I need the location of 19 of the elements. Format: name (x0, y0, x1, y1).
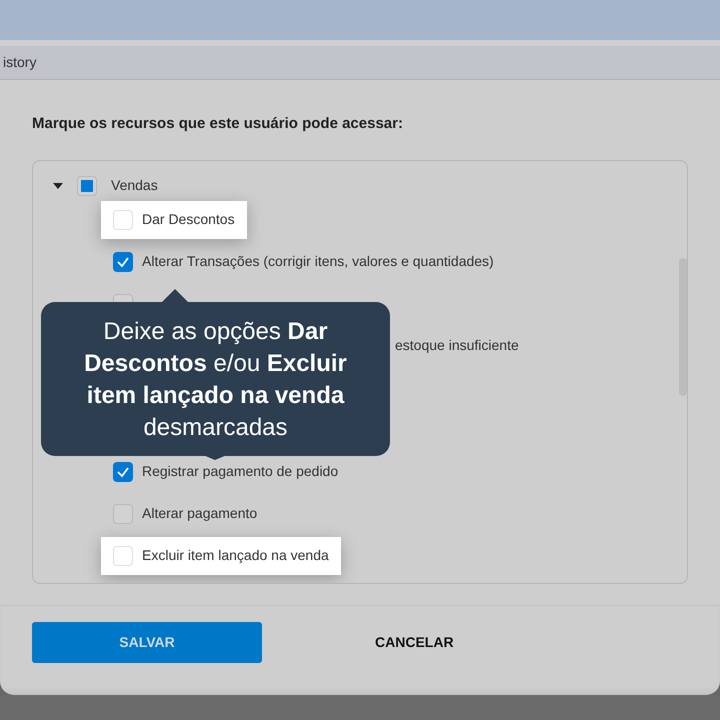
checkbox-label: Registrar pagamento de pedido (142, 463, 338, 480)
checkbox[interactable] (113, 252, 133, 272)
checkbox[interactable] (77, 176, 97, 196)
checkbox-label: estoque insuficiente (395, 337, 519, 354)
scrollbar-thumb[interactable] (679, 258, 687, 396)
checkbox[interactable] (113, 504, 133, 524)
check-icon (116, 254, 130, 268)
checkbox-label: Alterar Transações (corrigir itens, valores e quantidades) (142, 253, 494, 270)
cancel-button[interactable]: CANCELAR (369, 631, 460, 654)
checkbox-label: Excluir item lançado na venda (142, 547, 329, 564)
checkbox[interactable] (113, 462, 133, 482)
checkbox-label: Dar Descontos (142, 211, 235, 228)
tooltip: Deixe as opções Dar Descontos e/ou Excluir item lançado na venda desmarcadas (41, 302, 390, 456)
caret-icon[interactable] (53, 182, 63, 188)
tree-item-label: Vendas (111, 177, 158, 194)
check-icon (116, 464, 130, 478)
checkbox-label: Alterar pagamento (142, 505, 258, 522)
tab-label[interactable]: istory (3, 52, 36, 73)
heading: Marque os recursos que este usuário pode acessar: (32, 114, 404, 134)
